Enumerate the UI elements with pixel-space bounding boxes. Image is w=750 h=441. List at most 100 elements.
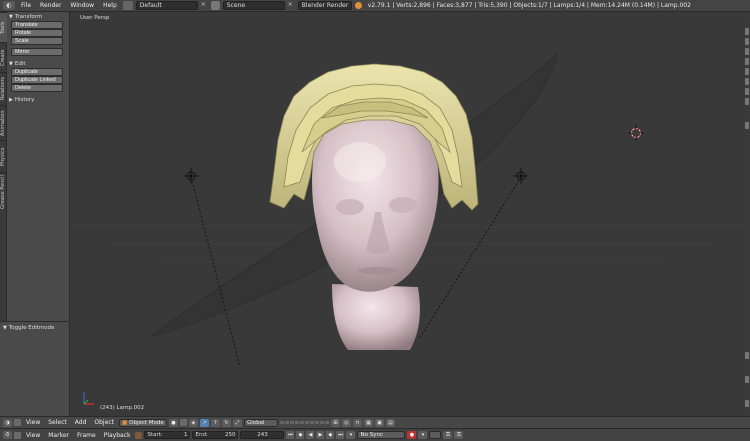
screen-layout-icon[interactable] [122,1,133,10]
proportional-edit-icon[interactable]: ◎ [341,418,351,427]
prev-keyframe-icon[interactable]: ◆ [296,431,305,439]
region-toggle-button[interactable] [745,38,749,45]
layer-button[interactable] [279,421,284,424]
start-frame-field[interactable]: Start: 1 [144,431,191,439]
region-toggle-button[interactable] [745,68,749,75]
mirror-button[interactable]: Mirror [11,48,63,56]
region-toggle-button[interactable] [745,352,749,359]
tab-grease-pencil[interactable]: Grease Pencil [0,172,7,212]
rotate-button[interactable]: Rotate [11,29,63,37]
layer-button[interactable] [319,421,324,424]
play-reverse-icon[interactable]: ◀ [306,431,315,439]
delete-button[interactable]: Delete [11,84,63,92]
insert-keyframe-icon[interactable]: ⚿ [443,431,453,439]
scale-manipulator-icon[interactable]: ⤢ [232,418,242,427]
layer-button[interactable] [294,421,299,424]
history-panel-header[interactable]: ▶ History [9,95,67,104]
sync-mode-selector[interactable]: No Sync [357,431,406,439]
blender-menu-icon[interactable]: ◐ [3,1,15,10]
last-operator-header[interactable]: ▼ Toggle Editmode [3,323,66,332]
layer-button[interactable] [309,421,314,424]
menu-render[interactable]: Render [37,2,64,9]
duplicate-linked-button[interactable]: Duplicate Linked [11,76,63,84]
interaction-mode-selector[interactable]: ■ Object Mode [118,418,167,427]
scale-button[interactable]: Scale [11,37,63,45]
collapse-menus-icon[interactable] [14,431,21,439]
menu-marker[interactable]: Marker [45,432,72,439]
tab-animation[interactable]: Animation [0,105,7,140]
menu-playback[interactable]: Playback [101,432,134,439]
render-engine-selector[interactable]: Blender Render [297,1,352,10]
menu-view[interactable]: View [23,419,43,426]
region-toggle-button[interactable] [745,88,749,95]
layer-button[interactable] [324,421,329,424]
region-toggle-button[interactable] [745,400,749,407]
layer-button[interactable] [299,421,304,424]
menu-select[interactable]: Select [45,419,70,426]
rotate-manipulator-icon[interactable]: ↻ [221,418,231,427]
scene-selector[interactable]: Scene [222,1,285,10]
layer-button[interactable] [314,421,319,424]
menu-frame[interactable]: Frame [74,432,99,439]
tab-physics[interactable]: Physics [0,140,7,172]
current-frame-field[interactable]: 243 [240,431,285,439]
tab-relations[interactable]: Relations [0,72,7,105]
timeline-editor-icon[interactable]: ⏱ [3,431,12,439]
region-toggle-button[interactable] [745,28,749,35]
layer-button[interactable] [289,421,294,424]
tab-tools[interactable]: Tools [0,12,7,42]
menu-window[interactable]: Window [67,2,97,9]
viewport-shading-icon[interactable]: ● [168,418,178,427]
end-frame-field[interactable]: End: 250 [192,431,239,439]
menu-help[interactable]: Help [100,2,120,9]
translate-manipulator-icon[interactable]: ↑ [210,418,220,427]
head-model[interactable] [312,114,439,350]
record-icon[interactable]: ● [407,431,417,439]
region-toggle-button[interactable] [745,98,749,105]
3d-viewport[interactable]: User Persp (243) Lamp.002 [70,12,750,416]
transform-panel-header[interactable]: ▼ Transform [9,12,67,21]
layer-button[interactable] [304,421,309,424]
preview-range-icon[interactable] [135,431,143,439]
close-icon[interactable]: ✕ [288,1,295,10]
sync-menu-icon[interactable]: ▾ [346,431,356,439]
region-toggle-button[interactable] [745,48,749,55]
menu-add[interactable]: Add [72,419,90,426]
pivot-point-icon[interactable]: ◈ [188,418,198,427]
snap-icon[interactable]: ⊓ [352,418,362,427]
opengl-render-icon[interactable]: ▤ [385,418,395,427]
play-icon[interactable]: ▶ [316,431,325,439]
keying-set-selector[interactable] [429,431,442,439]
manipulator-toggle-icon[interactable]: ↗ [199,418,209,427]
collapse-menus-icon[interactable] [14,419,21,426]
shading-dropdown-icon[interactable] [179,419,187,426]
lock-layers-icon[interactable]: ⊞ [330,418,340,427]
region-toggle-button[interactable] [745,376,749,383]
layout-selector[interactable]: Default [135,1,198,10]
region-toggle-button[interactable] [745,58,749,65]
region-toggle-button[interactable] [745,78,749,85]
duplicate-button[interactable]: Duplicate [11,68,63,76]
region-toggle-button[interactable] [745,122,749,129]
translate-button[interactable]: Translate [11,21,63,29]
menu-view[interactable]: View [23,432,43,439]
jump-start-icon[interactable]: ⏮ [286,431,295,439]
layer-buttons[interactable] [279,421,329,424]
keying-set-icon[interactable]: ▾ [418,431,428,439]
tab-create[interactable]: Create [0,42,7,72]
jump-end-icon[interactable]: ⏭ [336,431,345,439]
layer-button[interactable] [284,421,289,424]
menu-object[interactable]: Object [91,419,117,426]
lamp-right[interactable] [513,168,529,184]
editor-type-icon[interactable]: ◑ [3,418,12,427]
delete-keyframe-icon[interactable]: ⚿ [454,431,464,439]
scene-icon[interactable] [210,1,220,10]
transform-orientation-selector[interactable]: Global [243,418,278,427]
edit-panel-header[interactable]: ▼ Edit [9,59,67,68]
snap-element-icon[interactable]: ▦ [363,418,373,427]
menu-file[interactable]: File [18,2,34,9]
close-icon[interactable]: ✕ [201,1,208,10]
render-preview-icon[interactable]: ▣ [374,418,384,427]
next-keyframe-icon[interactable]: ◆ [326,431,335,439]
lamp-left[interactable] [183,168,199,184]
